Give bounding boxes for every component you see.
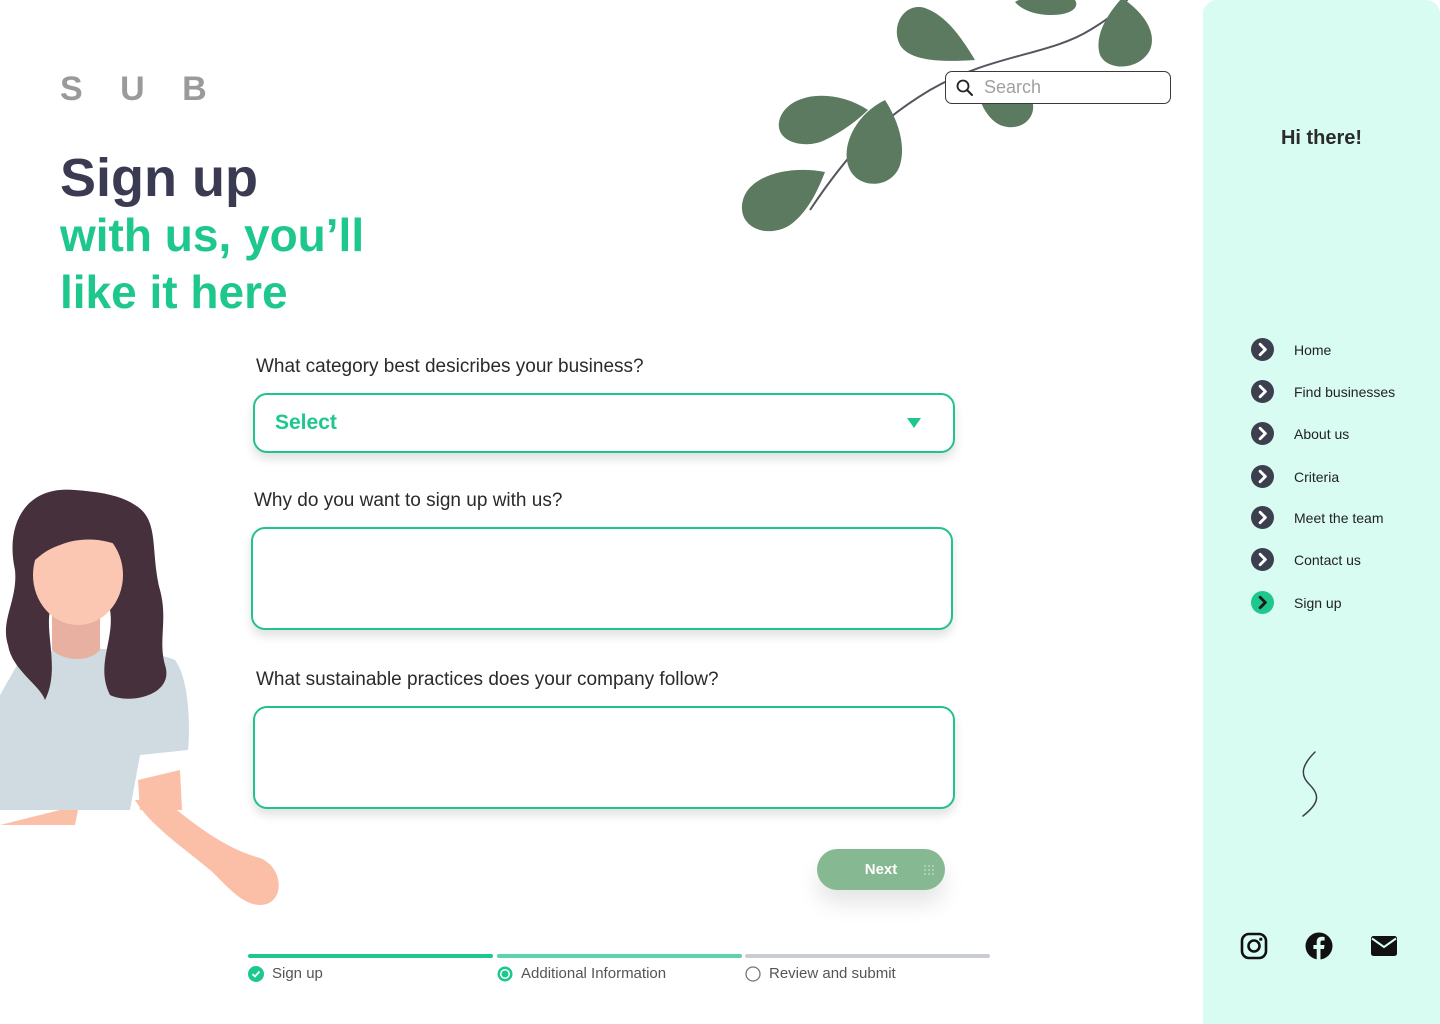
- nav-item-contact-us[interactable]: Contact us: [1251, 548, 1361, 571]
- nav-label: About us: [1294, 425, 1350, 442]
- q1-label: What category best desicribes your busin…: [256, 356, 644, 377]
- instagram-icon[interactable]: [1240, 932, 1268, 965]
- category-select[interactable]: Select: [253, 393, 955, 453]
- progress-stepper: Sign up Additional Information Review an…: [248, 954, 990, 994]
- step-label: Sign up: [272, 965, 323, 982]
- nav-item-home[interactable]: Home: [1251, 338, 1331, 361]
- radio-empty-icon: [745, 965, 761, 982]
- nav-label: Home: [1294, 341, 1332, 358]
- email-icon[interactable]: [1370, 932, 1398, 965]
- leaf-branch-illustration: [741, 0, 1152, 232]
- hero-line-3: like it here: [60, 266, 288, 318]
- nav-label: Contact us: [1294, 551, 1361, 568]
- step-bar-complete: [248, 954, 493, 958]
- q3-label: What sustainable practices does your com…: [256, 669, 719, 690]
- hero-line-1: Sign up: [60, 148, 258, 208]
- sustainable-practices-textarea[interactable]: [255, 708, 953, 807]
- nav-label: Criteria: [1294, 468, 1340, 485]
- q2-textarea-wrapper: [251, 527, 953, 630]
- step-sign-up[interactable]: Sign up: [248, 954, 493, 982]
- why-signup-textarea[interactable]: [253, 529, 951, 628]
- nav-label: Find businesses: [1294, 383, 1396, 400]
- search-input[interactable]: [982, 76, 1156, 99]
- chevron-right-circle-icon: [1251, 380, 1274, 403]
- search-icon: [956, 79, 973, 96]
- step-bar-current: [497, 954, 742, 958]
- q3-textarea-wrapper: [253, 706, 955, 809]
- chevron-right-circle-icon: [1251, 548, 1274, 571]
- nav-item-sign-up[interactable]: Sign up: [1251, 591, 1341, 614]
- squiggle-decoration: [1302, 751, 1318, 817]
- chevron-right-circle-icon: [1251, 422, 1274, 445]
- nav-label: Sign up: [1294, 594, 1342, 611]
- drag-grip-icon: [924, 865, 934, 875]
- chevron-right-circle-icon: [1251, 465, 1274, 488]
- chevron-right-circle-icon: [1251, 338, 1274, 361]
- q2-label: Why do you want to sign up with us?: [254, 490, 563, 511]
- chevron-right-circle-icon: [1251, 591, 1274, 614]
- social-links: [1203, 932, 1440, 962]
- radio-active-icon: [497, 966, 513, 982]
- check-circle-icon: [248, 965, 264, 982]
- facebook-icon[interactable]: [1305, 932, 1333, 965]
- step-additional-information[interactable]: Additional Information: [497, 954, 742, 982]
- hero-line-2: with us, you’ll: [60, 209, 365, 261]
- step-label: Review and submit: [769, 965, 896, 982]
- next-button[interactable]: Next: [817, 849, 945, 890]
- step-bar-pending: [745, 954, 990, 958]
- nav-item-criteria[interactable]: Criteria: [1251, 465, 1339, 488]
- search-bar[interactable]: [945, 71, 1171, 104]
- step-label: Additional Information: [521, 965, 667, 982]
- nav-label: Meet the team: [1294, 509, 1384, 526]
- sidebar: Hi there! Home Find businesses About us …: [1203, 0, 1440, 1024]
- nav-item-find-businesses[interactable]: Find businesses: [1251, 380, 1395, 403]
- step-review-and-submit[interactable]: Review and submit: [745, 954, 990, 982]
- chevron-right-circle-icon: [1251, 506, 1274, 529]
- caret-down-icon: [907, 418, 921, 428]
- nav-item-about-us[interactable]: About us: [1251, 422, 1349, 445]
- category-select-value: Select: [275, 411, 337, 434]
- hero-heading: Sign up with us, you’ll like it here: [60, 150, 364, 321]
- sidebar-greeting: Hi there!: [1280, 127, 1363, 149]
- woman-illustration: [0, 489, 279, 905]
- nav-item-meet-the-team[interactable]: Meet the team: [1251, 506, 1384, 529]
- next-button-label: Next: [864, 861, 898, 878]
- brand-logo[interactable]: S U B: [60, 70, 221, 109]
